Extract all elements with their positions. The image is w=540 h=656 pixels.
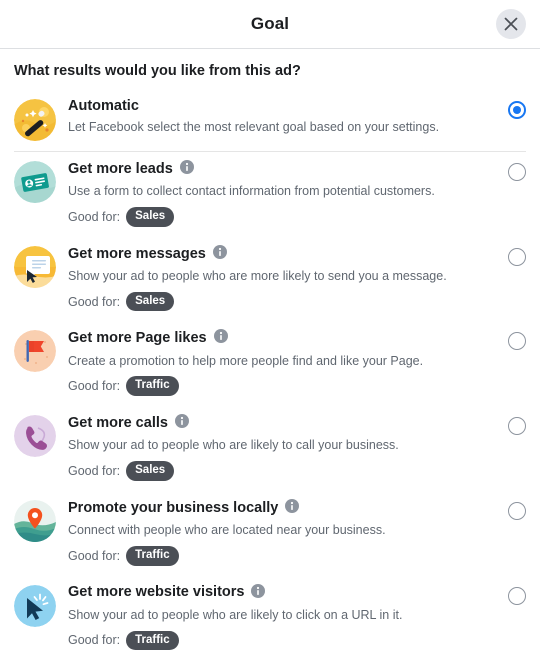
- option-row-get-more-website-visitors[interactable]: Get more website visitors Show your ad t…: [0, 575, 540, 656]
- option-body: Get more calls Show your ad to people wh…: [68, 414, 508, 481]
- good-for-row: Good for: Traffic: [68, 630, 498, 651]
- status-badge: Traffic: [126, 545, 179, 566]
- radio-get-more-page-likes[interactable]: [508, 332, 526, 351]
- good-for-label: Good for:: [68, 209, 121, 224]
- cursor-click-icon: [14, 584, 56, 627]
- status-badge: Traffic: [126, 630, 179, 651]
- dialog-header: Goal: [0, 0, 540, 49]
- contact-card-icon: [14, 161, 56, 203]
- option-row-promote-business-locally[interactable]: Promote your business locally Connect wi…: [0, 490, 540, 575]
- option-body: Get more messages Show your ad to people…: [68, 244, 508, 312]
- radio-automatic[interactable]: [508, 101, 526, 119]
- status-badge: Sales: [126, 291, 175, 312]
- option-title-line: Get more leads: [68, 160, 498, 179]
- radio-get-more-calls[interactable]: [508, 417, 526, 436]
- good-for-label: Good for:: [68, 463, 121, 478]
- message-bubble-icon: [14, 245, 56, 288]
- page-title: Goal: [250, 14, 290, 33]
- option-description: Connect with people who are located near…: [68, 523, 386, 537]
- option-title-line: Get more Page likes: [68, 329, 498, 348]
- option-body: Get more Page likes Create a promotion t…: [68, 329, 508, 397]
- radio-get-more-website-visitors[interactable]: [508, 586, 526, 605]
- info-icon[interactable]: [285, 498, 300, 518]
- option-title-line: Automatic: [68, 98, 498, 115]
- info-icon[interactable]: [213, 329, 228, 348]
- option-title-line: Get more website visitors: [68, 583, 498, 603]
- info-icon[interactable]: [212, 244, 227, 264]
- radio-get-more-leads[interactable]: [508, 163, 526, 181]
- option-title-line: Promote your business locally: [68, 498, 498, 518]
- option-row-automatic[interactable]: Automatic Let Facebook select the most r…: [0, 89, 540, 151]
- good-for-label: Good for:: [68, 548, 121, 563]
- close-button[interactable]: [496, 9, 526, 39]
- good-for-row: Good for: Sales: [68, 291, 498, 312]
- option-title: Promote your business locally: [68, 499, 279, 516]
- option-title: Get more messages: [68, 245, 206, 262]
- magic-wand-icon: [14, 99, 56, 141]
- flag-icon: [14, 330, 56, 373]
- option-body: Get more website visitors Show your ad t…: [68, 583, 508, 651]
- radio-get-more-messages[interactable]: [508, 247, 526, 266]
- good-for-label: Good for:: [68, 379, 121, 394]
- option-description: Show your ad to people who are likely to…: [68, 607, 403, 622]
- status-badge: Traffic: [126, 376, 179, 397]
- info-icon[interactable]: [174, 414, 189, 433]
- close-icon: [503, 16, 519, 32]
- info-icon[interactable]: [179, 160, 194, 179]
- status-badge: Sales: [126, 207, 175, 227]
- option-title: Get more website visitors: [68, 584, 245, 601]
- option-title-line: Get more messages: [68, 244, 498, 264]
- good-for-row: Good for: Sales: [68, 461, 498, 481]
- option-description: Show your ad to people who are more like…: [68, 268, 447, 283]
- option-body: Automatic Let Facebook select the most r…: [68, 98, 508, 136]
- option-description: Create a promotion to help more people f…: [68, 353, 424, 368]
- radio-promote-business-locally[interactable]: [508, 501, 526, 520]
- phone-icon: [14, 415, 56, 458]
- option-title: Automatic: [68, 98, 139, 114]
- option-row-get-more-calls[interactable]: Get more calls Show your ad to people wh…: [0, 405, 540, 490]
- good-for-row: Good for: Sales: [68, 207, 498, 227]
- goal-dialog: Goal What results would you like from th…: [0, 0, 540, 656]
- question-text: What results would you like from this ad…: [14, 63, 301, 79]
- option-description: Use a form to collect contact informatio…: [68, 184, 435, 199]
- map-pin-icon: [14, 499, 56, 542]
- option-title: Get more Page likes: [68, 330, 207, 347]
- good-for-row: Good for: Traffic: [68, 376, 498, 397]
- good-for-label: Good for:: [68, 633, 121, 648]
- option-row-get-more-page-likes[interactable]: Get more Page likes Create a promotion t…: [0, 320, 540, 405]
- option-title: Get more calls: [68, 415, 168, 431]
- option-row-get-more-messages[interactable]: Get more messages Show your ad to people…: [0, 236, 540, 321]
- status-badge: Sales: [126, 461, 175, 481]
- option-body: Promote your business locally Connect wi…: [68, 498, 508, 566]
- option-description: Show your ad to people who are likely to…: [68, 438, 399, 453]
- info-icon[interactable]: [251, 583, 266, 603]
- goal-options-list: Automatic Let Facebook select the most r…: [0, 89, 540, 656]
- good-for-row: Good for: Traffic: [68, 545, 498, 566]
- option-row-get-more-leads[interactable]: Get more leads Use a form to collect con…: [0, 151, 540, 236]
- option-title: Get more leads: [68, 160, 173, 177]
- option-description: Let Facebook select the most relevant go…: [68, 120, 440, 135]
- option-title-line: Get more calls: [68, 414, 498, 433]
- option-body: Get more leads Use a form to collect con…: [68, 160, 508, 227]
- good-for-label: Good for:: [68, 294, 121, 309]
